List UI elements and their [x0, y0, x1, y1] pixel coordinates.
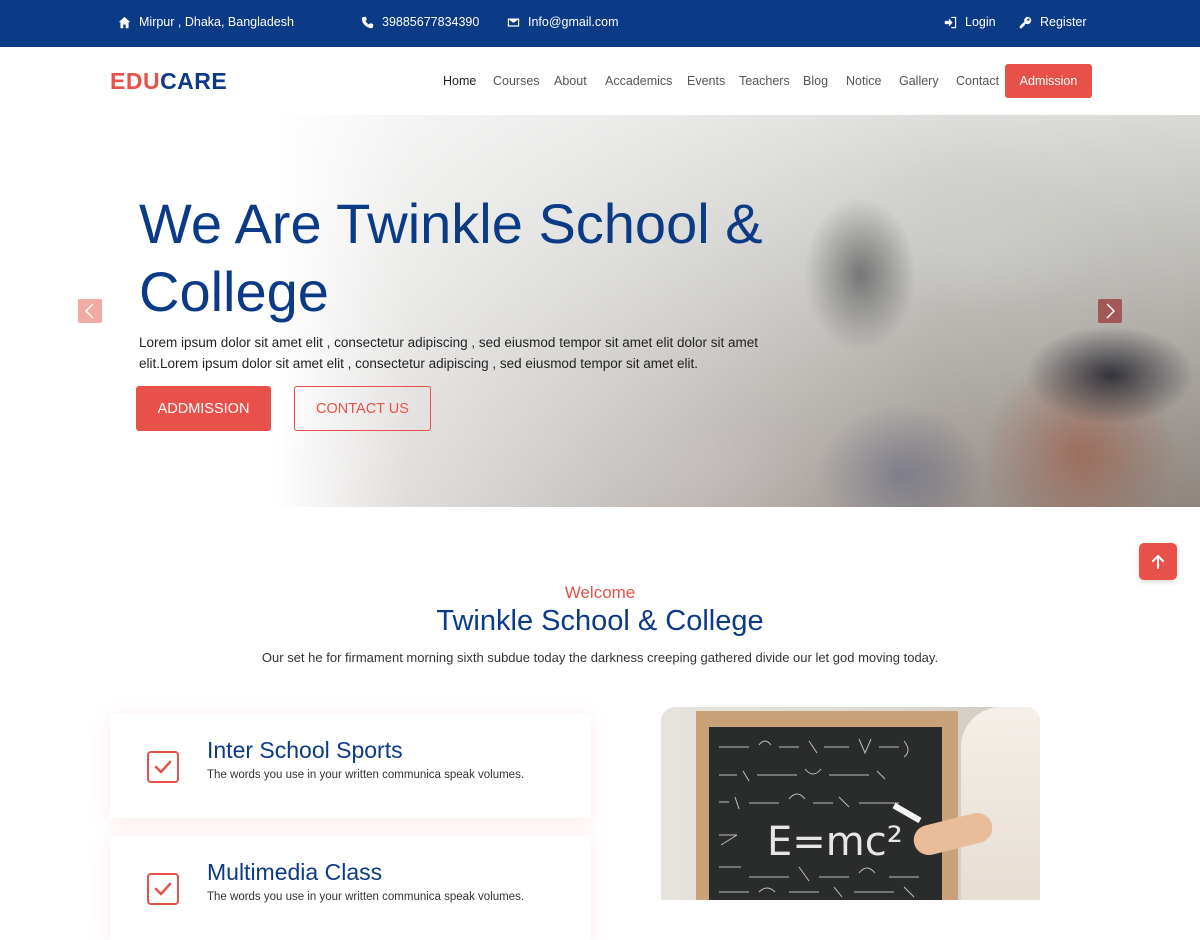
nav-events[interactable]: Events — [687, 74, 725, 88]
feature-text: The words you use in your written commun… — [207, 891, 525, 903]
feature-text: The words you use in your written commun… — [207, 769, 525, 781]
topbar-address-text: Mirpur , Dhaka, Bangladesh — [139, 15, 294, 29]
register-label: Register — [1040, 15, 1087, 29]
topbar-phone-text: 39885677834390 — [382, 15, 480, 29]
phone-icon — [361, 16, 374, 28]
nav-courses[interactable]: Courses — [493, 74, 540, 88]
feature-card: Inter School Sports The words you use in… — [110, 714, 591, 818]
hero-admission-button[interactable]: ADDMISSION — [136, 386, 271, 431]
register-link[interactable]: Register — [1019, 15, 1087, 29]
sign-in-icon — [944, 16, 957, 28]
login-label: Login — [965, 15, 996, 29]
slider-prev-button[interactable] — [78, 299, 102, 323]
chalkboard-image: E=mc² — [661, 707, 1040, 900]
site-logo[interactable]: EDUCARE — [110, 68, 227, 95]
feature-title: Inter School Sports — [207, 737, 403, 763]
feature-card: Multimedia Class The words you use in yo… — [110, 836, 591, 940]
topbar-email-text: Info@gmail.com — [528, 15, 619, 29]
topbar-email[interactable]: Info@gmail.com — [507, 15, 619, 29]
arrow-up-icon — [1152, 554, 1164, 569]
welcome-label: Welcome — [564, 583, 636, 602]
slider-next-button[interactable] — [1098, 299, 1122, 323]
nav-contact[interactable]: Contact — [956, 74, 999, 88]
admission-button[interactable]: Admission — [1005, 64, 1092, 98]
back-to-top-button[interactable] — [1139, 543, 1177, 580]
topbar-phone[interactable]: 39885677834390 — [361, 15, 479, 29]
main-header: EDUCARE Home Courses About Accademics Ev… — [0, 47, 1200, 115]
key-icon — [1019, 16, 1032, 28]
nav-academics[interactable]: Accademics — [605, 74, 672, 88]
checkbox-icon — [147, 873, 179, 905]
hero-description: Lorem ipsum dolor sit amet elit , consec… — [139, 335, 759, 371]
feature-title: Multimedia Class — [207, 859, 383, 885]
logo-part-care: CARE — [160, 68, 228, 94]
teacher-figure — [961, 707, 1040, 900]
chalk-formula: E=mc² — [767, 819, 903, 865]
nav-notice[interactable]: Notice — [846, 74, 881, 88]
welcome-title: Twinkle School & College — [436, 605, 764, 637]
welcome-text: Our set he for firmament morning sixth s… — [261, 650, 939, 665]
hero-slider: We Are Twinkle School & College Lorem ip… — [0, 115, 1200, 507]
chevron-left-icon — [84, 303, 94, 319]
hero-title: We Are Twinkle School & College — [139, 192, 763, 323]
nav-teachers[interactable]: Teachers — [739, 74, 790, 88]
nav-home[interactable]: Home — [443, 74, 476, 88]
chevron-right-icon — [1106, 303, 1116, 319]
logo-part-edu: EDU — [110, 68, 161, 94]
topbar-address: Mirpur , Dhaka, Bangladesh — [118, 15, 294, 29]
envelope-icon — [507, 17, 520, 27]
checkbox-icon — [147, 751, 179, 783]
top-bar: Mirpur , Dhaka, Bangladesh 3988567783439… — [0, 0, 1200, 47]
nav-gallery[interactable]: Gallery — [899, 74, 939, 88]
nav-about[interactable]: About — [554, 74, 587, 88]
login-link[interactable]: Login — [944, 15, 996, 29]
nav-blog[interactable]: Blog — [803, 74, 828, 88]
hero-contact-button[interactable]: CONTACT US — [294, 386, 431, 431]
home-icon — [118, 16, 131, 28]
